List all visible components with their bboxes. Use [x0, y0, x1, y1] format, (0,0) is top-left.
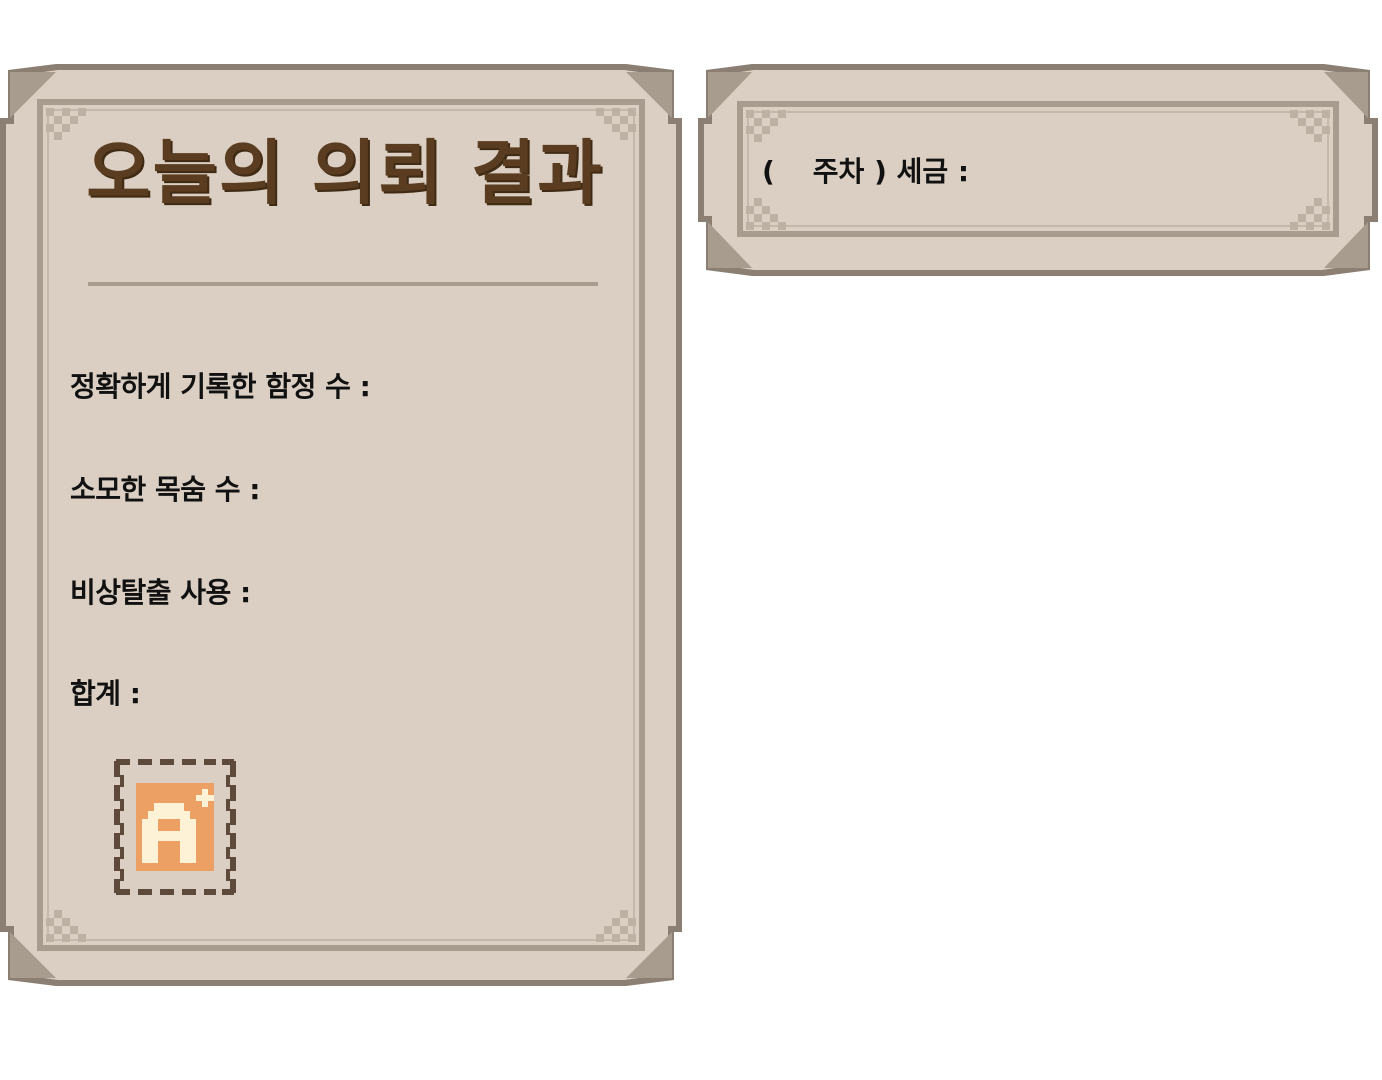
weekly-tax-line: ( 주차 ) 세금 :	[762, 154, 969, 190]
stat-label-recorded-traps: 정확하게 기록한 함정 수 :	[70, 370, 371, 403]
stat-label-lives-used: 소모한 목숨 수 :	[70, 473, 261, 506]
stat-label-emergency-escape: 비상탈출 사용 :	[70, 576, 251, 609]
tax-label: 세금 :	[896, 155, 970, 188]
weekly-tax-panel: ( 주차 ) 세금 :	[0, 0, 1382, 300]
week-label: 주차 )	[812, 155, 887, 188]
weekly-tax-panel-frame	[698, 64, 1378, 276]
week-open-paren: (	[762, 155, 775, 188]
stat-label-total: 합계 :	[70, 677, 141, 710]
grade-stamp-icon	[112, 757, 238, 897]
